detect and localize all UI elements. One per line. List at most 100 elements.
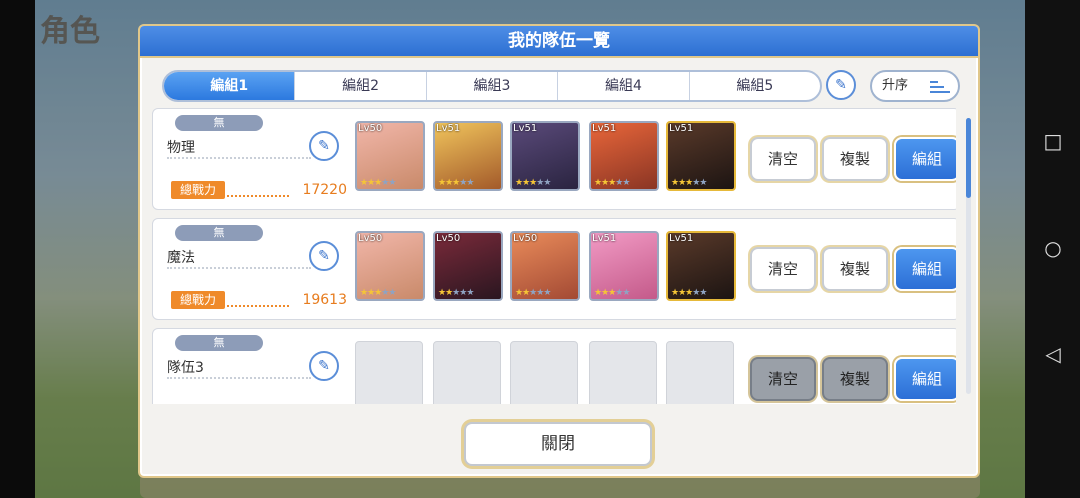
rarity-stars: ★★★★★ [671,288,707,298]
edit-team-button[interactable]: 編組 [894,137,956,181]
rarity-stars: ★★★★★ [360,288,396,298]
rarity-stars: ★★★★★ [438,178,474,188]
character-portrait[interactable]: Lv50 ★★★★★ [355,231,425,301]
star-icon: ★ [543,288,551,298]
sort-icon [930,78,950,94]
character-portrait[interactable]: Lv50 ★★★★★ [510,231,580,301]
rarity-stars: ★★★★★ [515,178,551,188]
star-icon: ★ [622,178,630,188]
pencil-icon: ✎ [318,138,330,154]
rename-team-button[interactable]: ✎ [309,351,339,381]
character-portrait[interactable]: Lv50 ★★★★★ [433,231,503,301]
empty-member-slot[interactable] [589,341,657,404]
star-icon: ★ [466,178,474,188]
recent-apps-icon[interactable]: □ [1042,130,1064,152]
close-button[interactable]: 關閉 [464,422,652,466]
pencil-icon: ✎ [318,358,330,374]
team-name: 魔法 [167,250,195,266]
team-element-tag: 無 [175,115,263,131]
scroll-thumb[interactable] [966,118,971,198]
team-list: 無物理 ✎ 總戰力 17220 Lv50 ★★★★★ Lv51 ★★★★★ Lv51 ★★… [146,108,956,404]
power-label: 總戰力 [171,291,225,309]
character-portrait[interactable]: Lv51 ★★★★★ [666,121,736,191]
star-icon: ★ [543,178,551,188]
team-power: 總戰力 19613 [171,291,347,311]
rename-team-button[interactable]: ✎ [309,241,339,271]
character-portrait[interactable]: Lv51 ★★★★★ [666,231,736,301]
rarity-stars: ★★★★★ [360,178,396,188]
empty-member-slot[interactable] [433,341,501,404]
empty-member-slot[interactable] [666,341,734,404]
team-row: 無物理 ✎ 總戰力 17220 Lv50 ★★★★★ Lv51 ★★★★★ Lv51 ★★… [152,108,956,210]
rarity-stars: ★★★★★ [594,178,630,188]
team-row: 無魔法 ✎ 總戰力 19613 Lv50 ★★★★★ Lv50 ★★★★★ Lv50 ★★… [152,218,956,320]
rarity-stars: ★★★★★ [515,288,551,298]
character-portrait[interactable]: Lv51 ★★★★★ [589,121,659,191]
tab-group-1[interactable]: 編組1 [164,72,296,100]
clear-team-button[interactable]: 清空 [750,247,816,291]
copy-team-button[interactable]: 複製 [822,357,888,401]
clear-team-button[interactable]: 清空 [750,137,816,181]
character-level: Lv51 [669,123,694,134]
empty-member-slot[interactable] [510,341,578,404]
character-level: Lv50 [436,233,461,244]
character-level: Lv50 [358,233,383,244]
tab-group-4[interactable]: 編組4 [558,72,690,100]
tab-group-3[interactable]: 編組3 [427,72,559,100]
edit-team-button[interactable]: 編組 [894,247,956,291]
rename-team-button[interactable]: ✎ [309,131,339,161]
divider [167,377,311,379]
divider [167,267,311,269]
character-level: Lv50 [513,233,538,244]
team-element-tag: 無 [175,225,263,241]
tab-group-2[interactable]: 編組2 [295,72,427,100]
copy-team-button[interactable]: 複製 [822,137,888,181]
team-name: 隊伍3 [167,360,204,376]
character-level: Lv50 [358,123,383,134]
sort-label: 升序 [882,78,909,93]
rename-group-button[interactable]: ✎ [826,70,856,100]
power-value: 19613 [302,292,347,308]
dialog-title: 我的隊伍一覽 [140,26,978,58]
character-level: Lv51 [592,233,617,244]
edit-team-button[interactable]: 編組 [894,357,956,401]
star-icon: ★ [699,178,707,188]
team-power: 總戰力 17220 [171,181,347,201]
rarity-stars: ★★★★★ [438,288,474,298]
character-level: Lv51 [669,233,694,244]
team-group-tabs: 編組1 編組2 編組3 編組4 編組5 [162,70,822,102]
back-icon[interactable]: ◁ [1042,343,1064,365]
character-portrait[interactable]: Lv50 ★★★★★ [355,121,425,191]
clear-team-button[interactable]: 清空 [750,357,816,401]
character-level: Lv51 [436,123,461,134]
power-label: 總戰力 [171,181,225,199]
power-value: 17220 [302,182,347,198]
team-element-tag: 無 [175,335,263,351]
team-list-dialog: 我的隊伍一覽 編組1 編組2 編組3 編組4 編組5 ✎ 升序 無物理 ✎ 總戰力 … [138,24,980,478]
character-level: Lv51 [513,123,538,134]
left-edge [0,0,35,498]
star-icon: ★ [699,288,707,298]
character-portrait[interactable]: Lv51 ★★★★★ [510,121,580,191]
team-name: 物理 [167,140,195,156]
divider [227,305,289,307]
divider [167,157,311,159]
star-icon: ★ [388,178,396,188]
team-list-scrollbar[interactable] [966,118,971,394]
empty-member-slot[interactable] [355,341,423,404]
star-icon: ★ [388,288,396,298]
divider [227,195,289,197]
character-portrait[interactable]: Lv51 ★★★★★ [433,121,503,191]
rarity-stars: ★★★★★ [594,288,630,298]
tab-group-5[interactable]: 編組5 [690,72,820,100]
star-icon: ★ [466,288,474,298]
home-icon[interactable]: ○ [1042,237,1064,259]
sort-order-button[interactable]: 升序 [870,70,960,102]
character-level: Lv51 [592,123,617,134]
character-portrait[interactable]: Lv51 ★★★★★ [589,231,659,301]
rarity-stars: ★★★★★ [671,178,707,188]
pencil-icon: ✎ [318,248,330,264]
star-icon: ★ [622,288,630,298]
copy-team-button[interactable]: 複製 [822,247,888,291]
pencil-icon: ✎ [835,77,847,93]
